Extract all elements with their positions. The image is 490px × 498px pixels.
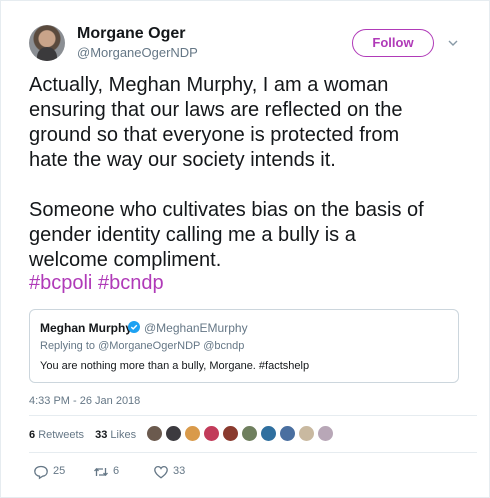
likes-count: 33 bbox=[95, 429, 108, 441]
quoted-author-handle: @MeghanEMurphy bbox=[144, 321, 248, 335]
hashtag-link[interactable]: #bcndp bbox=[98, 272, 164, 294]
retweet-count: 6 bbox=[113, 465, 120, 477]
quoted-reply-context: Replying to @MorganeOgerNDP @bcndp bbox=[40, 340, 245, 352]
liker-avatar[interactable] bbox=[203, 425, 220, 442]
liker-avatar[interactable] bbox=[222, 425, 239, 442]
heart-icon bbox=[154, 465, 168, 479]
liker-avatar[interactable] bbox=[165, 425, 182, 442]
chevron-down-icon[interactable] bbox=[447, 37, 459, 49]
liker-avatar[interactable] bbox=[241, 425, 258, 442]
liker-avatars bbox=[146, 425, 336, 445]
tweet-text: Actually, Meghan Murphy, I am a woman en… bbox=[29, 74, 424, 271]
liker-avatar[interactable] bbox=[260, 425, 277, 442]
like-count: 33 bbox=[173, 465, 186, 477]
divider bbox=[29, 415, 477, 416]
retweets-count: 6 bbox=[29, 429, 36, 441]
liker-avatar[interactable] bbox=[146, 425, 163, 442]
retweets-stat[interactable]: 6 Retweets bbox=[29, 429, 84, 441]
reply-icon bbox=[34, 465, 48, 480]
hashtag-link[interactable]: #bcpoli bbox=[29, 272, 92, 294]
hashtag-row: #bcpoli #bcndp bbox=[29, 271, 164, 296]
liker-avatar[interactable] bbox=[298, 425, 315, 442]
liker-avatar[interactable] bbox=[184, 425, 201, 442]
retweet-button[interactable]: 6 bbox=[93, 463, 133, 481]
quoted-tweet[interactable]: Meghan Murphy @MeghanEMurphy Replying to… bbox=[29, 309, 459, 383]
retweets-label: Retweets bbox=[38, 429, 85, 441]
engagement-stats: 6 Retweets 33 Likes bbox=[29, 429, 144, 441]
reply-button[interactable]: 25 bbox=[33, 463, 73, 481]
reply-count: 25 bbox=[53, 465, 66, 477]
retweet-icon bbox=[94, 467, 108, 477]
likes-label: Likes bbox=[110, 429, 137, 441]
quoted-text: You are nothing more than a bully, Morga… bbox=[40, 360, 310, 372]
quoted-author-name: Meghan Murphy bbox=[40, 321, 132, 335]
liker-avatar[interactable] bbox=[279, 425, 296, 442]
divider bbox=[29, 452, 477, 453]
liker-avatar[interactable] bbox=[317, 425, 334, 442]
likes-stat[interactable]: 33 Likes bbox=[95, 429, 136, 441]
verified-badge-icon bbox=[128, 321, 140, 333]
avatar[interactable] bbox=[29, 25, 65, 61]
follow-button[interactable]: Follow bbox=[352, 29, 434, 57]
timestamp[interactable]: 4:33 PM - 26 Jan 2018 bbox=[29, 395, 140, 407]
like-button[interactable]: 33 bbox=[153, 463, 193, 481]
author-name[interactable]: Morgane Oger bbox=[77, 25, 185, 43]
author-handle[interactable]: @MorganeOgerNDP bbox=[77, 45, 198, 60]
tweet-card: Morgane Oger @MorganeOgerNDP Follow Actu… bbox=[0, 0, 490, 498]
